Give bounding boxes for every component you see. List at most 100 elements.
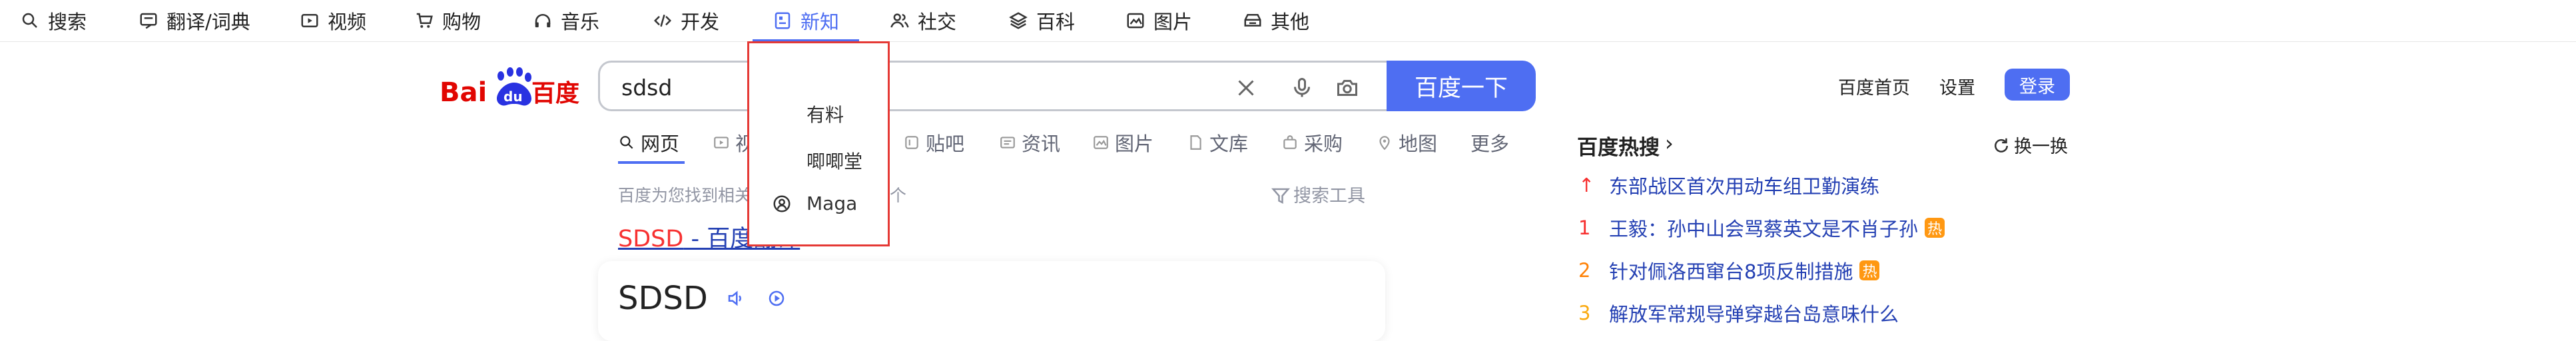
tab-more[interactable]: 更多 [1470,129,1509,156]
translation-word: SDSD [618,280,791,317]
video-icon [300,11,320,31]
dropdown-item-maga[interactable]: Maga [806,192,857,214]
svg-text:Bai: Bai [440,77,487,108]
nav-item-label: 新知 [801,11,840,33]
hot-item[interactable]: 2 针对佩洛西窜台8项反制措施 热 [1578,257,1880,284]
nav-item-music[interactable]: 音乐 [533,0,599,41]
doc-icon [1187,134,1204,151]
nav-item-label: 搜索 [48,11,87,33]
nav-item-shopping[interactable]: 购物 [414,0,481,41]
image-icon [1126,11,1145,31]
people-icon [890,11,910,31]
headphones-icon [533,11,553,31]
nav-item-video[interactable]: 视频 [300,0,366,41]
svg-text:百度: 百度 [531,80,579,107]
hot-text: 东部战区首次用动车组卫勤演练 [1609,175,1880,198]
nav-item-search[interactable]: 搜索 [20,0,87,41]
tab-label: 网页 [641,133,680,155]
hot-item[interactable]: 3 解放军常规导弹穿越台岛意味什么 [1578,300,1899,326]
hot-text: 针对佩洛西窜台8项反制措施 [1609,260,1853,283]
nav-item-label: 翻译/词典 [166,11,250,33]
hot-item[interactable]: ↑ 东部战区首次用动车组卫勤演练 [1578,172,1879,198]
hot-rank: 2 [1578,259,1591,282]
tab-label: 采购 [1304,133,1343,155]
translate-icon [139,11,159,31]
search-box [598,61,1388,111]
search-tools-label: 搜索工具 [1293,186,1365,206]
tab-label: 文库 [1209,133,1249,155]
nav-item-label: 购物 [442,11,482,33]
refresh-button[interactable]: 换一换 [1991,132,2068,158]
result-title-highlight: SDSD [618,226,684,252]
play-circle-icon[interactable] [767,288,791,312]
nav-item-label: 开发 [681,11,720,33]
tab-map[interactable]: 地图 [1376,129,1437,156]
result-count-text: 百度为您找到相关 [618,186,752,205]
nav-item-label: 视频 [328,11,367,33]
cart-icon [414,11,434,31]
dropdown-item-jijitang[interactable]: 唧唧堂 [806,147,862,174]
maga-icon [772,194,792,214]
svg-text:du: du [503,89,523,105]
nav-item-baike[interactable]: 百科 [1008,0,1075,41]
image-icon [1092,134,1110,151]
tab-label: 贴吧 [926,133,965,155]
login-button[interactable]: 登录 [2005,69,2070,101]
camera-icon[interactable] [1335,76,1359,100]
search-button[interactable]: 百度一下 [1387,61,1536,111]
tab-news[interactable]: 资讯 [999,129,1060,156]
speaker-icon[interactable] [726,288,750,312]
tab-tieba[interactable]: 贴吧 [903,129,964,156]
top-nav: 搜索 翻译/词典 视频 购物 音乐 开发 新知 社交 百科 图片 其他 [0,0,2576,42]
more-box-icon [1243,11,1263,31]
nav-item-label: 社交 [918,11,957,33]
map-icon [1376,134,1393,151]
microphone-icon[interactable] [1290,76,1314,100]
translation-word-text: SDSD [618,280,708,317]
settings-link[interactable]: 设置 [1939,73,1975,99]
result-count-suffix: 个 [889,186,906,205]
tab-active-indicator [618,161,685,164]
hot-rank: ↑ [1578,174,1595,196]
tab-images[interactable]: 图片 [1092,129,1153,156]
tab-label: 地图 [1399,133,1438,155]
filter-icon [1271,186,1291,204]
tab-wenku[interactable]: 文库 [1187,129,1248,156]
nav-item-label: 百科 [1036,11,1076,33]
hot-rank: 3 [1578,302,1591,324]
hot-item[interactable]: 1 王毅：孙中山会骂蔡英文是不肖子孙 热 [1578,214,1945,241]
refresh-label: 换一换 [2014,137,2068,157]
nav-item-other[interactable]: 其他 [1243,0,1309,41]
chevron-right-icon[interactable]: › [1665,131,1674,156]
hot-rank: 1 [1578,216,1591,239]
nav-item-label: 其他 [1271,11,1310,33]
hot-text: 解放军常规导弹穿越台岛意味什么 [1609,303,1899,326]
search-tools-button[interactable]: 搜索工具 [1271,181,1365,207]
baidu-logo[interactable]: Bai du 百度 [440,59,579,112]
baidu-home-link[interactable]: 百度首页 [1838,73,1910,99]
nav-item-label: 音乐 [561,11,600,33]
hot-text: 王毅：孙中山会骂蔡英文是不肖子孙 [1609,218,1919,240]
layers-icon [1008,11,1028,31]
tab-web[interactable]: 网页 [618,129,679,156]
hot-search-title[interactable]: 百度热搜 [1577,131,1660,161]
code-icon [653,11,673,31]
xinzhi-dropdown-menu: 有料 唧唧堂 Maga [747,41,890,246]
tab-label: 图片 [1115,133,1154,155]
search-icon [20,11,40,31]
video-icon [713,134,730,151]
nav-item-dev[interactable]: 开发 [653,0,719,41]
tab-label: 更多 [1470,133,1510,155]
tab-label: 资讯 [1022,133,1061,155]
dropdown-item-youliao[interactable]: 有料 [806,101,844,127]
search-icon [618,134,635,151]
bag-icon [1281,134,1299,151]
nav-item-social[interactable]: 社交 [890,0,956,41]
clear-icon[interactable] [1234,76,1258,100]
nav-item-images[interactable]: 图片 [1126,0,1192,41]
tab-purchase[interactable]: 采购 [1281,129,1343,156]
news-icon [773,11,793,31]
hot-badge: 热 [1925,218,1945,238]
nav-item-translate[interactable]: 翻译/词典 [139,0,250,41]
nav-item-xinzhi[interactable]: 新知 [752,0,860,42]
